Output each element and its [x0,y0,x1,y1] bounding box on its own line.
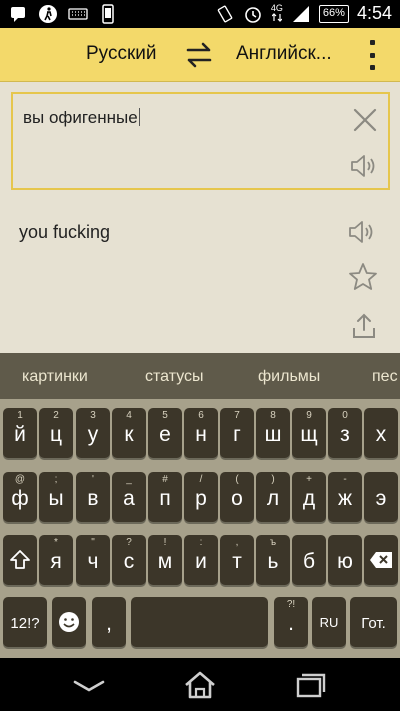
status-bar: 4G 66% 4:54 [0,0,400,28]
language-switch-key[interactable]: RU [312,597,346,647]
key-letter[interactable]: @ ф [3,472,37,522]
key-letter[interactable]: ъь [256,535,290,585]
source-language-button[interactable]: Русский [86,43,157,65]
suggestion-item[interactable]: статусы [145,368,204,386]
star-icon[interactable] [348,262,378,292]
backspace-key[interactable] [364,535,398,585]
key-letter[interactable]: 7г [220,408,254,458]
network-type: 4G [271,3,283,24]
recent-apps-icon[interactable] [292,670,328,700]
key-letter[interactable]: + д [292,472,326,522]
key-letter[interactable]: (о [220,472,254,522]
key-letter[interactable]: х [364,408,398,458]
source-text[interactable]: вы офигенные [23,108,140,128]
key-letter[interactable]: 3у [76,408,110,458]
key-letter[interactable]: 1й [3,408,37,458]
walker-icon [39,5,57,23]
suggestion-bar: картинки статусы фильмы пес [0,353,400,399]
key-letter[interactable]: " ч [76,535,110,585]
suggestion-item[interactable]: фильмы [258,368,320,386]
battery-level: 66% [318,4,349,23]
space-key[interactable] [131,597,268,647]
shift-key[interactable] [3,535,37,585]
translated-text: you fucking [19,222,111,242]
emoji-key[interactable] [52,597,86,647]
key-letter[interactable]: б [292,535,326,585]
key-letter[interactable]: 2ц [39,408,73,458]
overflow-menu-icon[interactable] [362,40,382,70]
vibrate-icon [217,5,233,22]
target-language-button[interactable]: Английск... [236,43,332,65]
suggestion-item[interactable]: пес [372,368,398,386]
key-letter[interactable]: 0з [328,408,362,458]
notification-icon [11,7,25,22]
key-letter[interactable]: 6н [184,408,218,458]
speaker-icon[interactable] [349,152,379,180]
key-letter[interactable]: * я [39,535,73,585]
key-letter[interactable]: ! м [148,535,182,585]
clear-input-icon[interactable] [351,106,379,134]
alarm-icon [245,6,261,23]
smiley-icon [59,612,79,632]
key-letter[interactable]: ,т [220,535,254,585]
shift-icon [10,550,30,569]
keyboard: 1й 2ц 3у 4к 5е 6н 7г 8ш 9щ 0з х @ ф ; ы ' в… [0,399,400,658]
symbols-key[interactable]: 12!? [3,597,47,647]
source-text-input[interactable]: вы офигенные [11,92,390,190]
key-letter[interactable]: ' в [76,472,110,522]
comma-key[interactable]: , [92,597,126,647]
key-letter[interactable]: 5е [148,408,182,458]
key-letter[interactable]: # п [148,472,182,522]
key-letter[interactable]: -ж [328,472,362,522]
text-cursor [138,108,140,126]
backspace-icon [370,552,392,568]
translation-panel: вы офигенные you fucking [0,82,400,353]
key-letter[interactable]: :и [184,535,218,585]
swap-arrows-icon[interactable] [184,41,214,69]
clock: 4:54 [356,3,392,23]
navigation-bar [0,658,400,711]
key-letter[interactable]: ю [328,535,362,585]
signal-icon [292,5,309,22]
key-letter[interactable]: ? с [112,535,146,585]
speaker-icon[interactable] [347,218,377,246]
key-letter[interactable]: / р [184,472,218,522]
key-letter[interactable]: 8ш [256,408,290,458]
key-letter[interactable]: ; ы [39,472,73,522]
period-key[interactable]: ?!. [274,597,308,647]
back-chevron-down-icon[interactable] [71,670,107,700]
keyboard-icon [68,8,88,20]
key-letter[interactable]: э [364,472,398,522]
done-key[interactable]: Гот. [350,597,397,647]
key-letter[interactable]: 4к [112,408,146,458]
suggestion-item[interactable]: картинки [22,368,88,386]
language-toolbar: Русский Английск... [0,28,400,82]
share-icon[interactable] [350,312,378,340]
key-letter[interactable]: _ а [112,472,146,522]
key-letter[interactable]: 9щ [292,408,326,458]
phone-icon [102,4,114,24]
home-icon[interactable] [182,670,218,700]
key-letter[interactable]: ) л [256,472,290,522]
